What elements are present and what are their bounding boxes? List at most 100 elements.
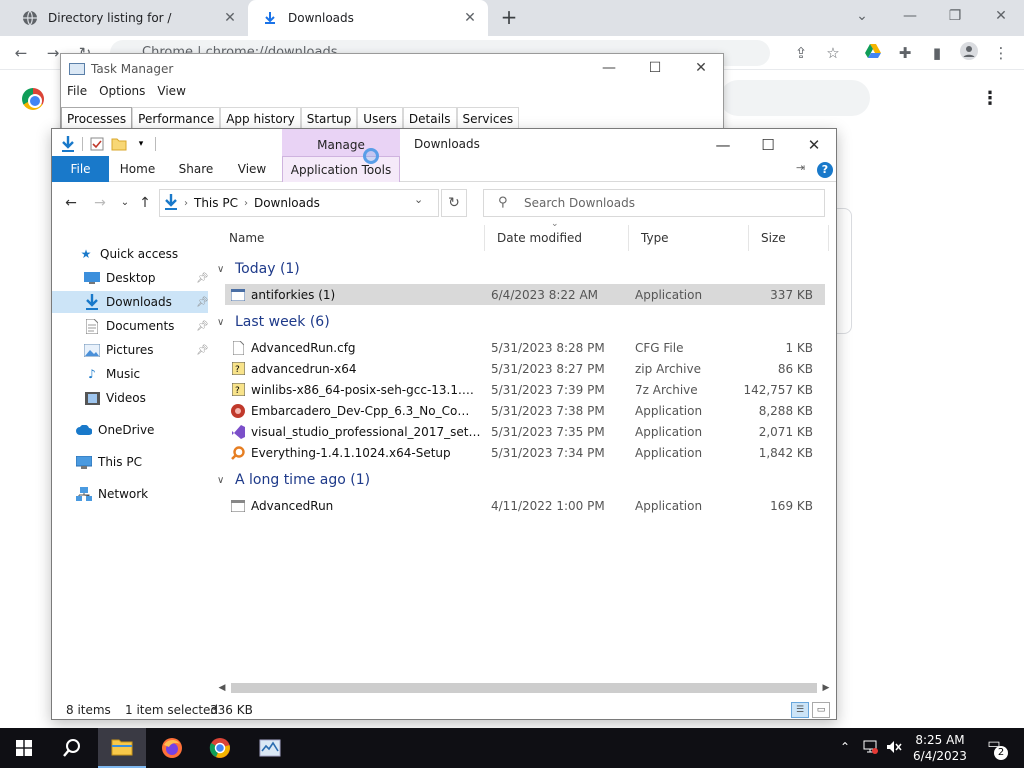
show-hidden-icons-icon[interactable]: ⌃: [840, 740, 850, 754]
menu-view[interactable]: View: [157, 84, 185, 98]
details-view-icon[interactable]: ☰: [791, 702, 809, 718]
breadcrumb-this-pc[interactable]: This PC: [194, 196, 238, 210]
group-header-long-time-ago[interactable]: ∨ A long time ago (1): [217, 469, 370, 491]
search-input[interactable]: ⚲ Search Downloads: [483, 189, 825, 217]
chevron-down-icon[interactable]: ⌄: [414, 193, 423, 206]
nav-item-desktop[interactable]: Desktop 📌︎: [84, 267, 209, 289]
chrome-menu-icon[interactable]: ⋮: [990, 42, 1012, 64]
nav-item-quick-access[interactable]: ★ Quick access: [78, 243, 179, 265]
tab-app-history[interactable]: App history: [220, 107, 301, 129]
close-tab-icon[interactable]: ✕: [222, 10, 238, 26]
more-options-icon[interactable]: ⋮: [980, 88, 1000, 110]
back-icon[interactable]: ←: [61, 193, 81, 213]
pin-icon[interactable]: 📌︎: [196, 345, 209, 356]
large-icons-view-icon[interactable]: ▭: [812, 702, 830, 718]
taskbar-search-button[interactable]: [48, 728, 96, 768]
ribbon-tab-share[interactable]: Share: [166, 156, 226, 182]
pin-icon[interactable]: 📌︎: [196, 297, 209, 308]
scroll-left-icon[interactable]: ◀: [215, 681, 229, 695]
manage-contextual-tab[interactable]: Manage: [282, 129, 400, 156]
up-icon[interactable]: ↑: [135, 193, 155, 213]
nav-item-documents[interactable]: Documents 📌︎: [84, 315, 209, 337]
maximize-icon[interactable]: ☐: [645, 59, 665, 77]
network-status-icon[interactable]: [862, 740, 878, 757]
back-icon[interactable]: ←: [10, 42, 32, 64]
taskbar-chrome[interactable]: [196, 728, 244, 768]
file-row[interactable]: ? advancedrun-x64 5/31/2023 8:27 PM zip …: [225, 358, 825, 379]
recent-locations-icon[interactable]: ⌄: [115, 193, 135, 213]
tab-services[interactable]: Services: [456, 107, 520, 129]
customize-dropdown-icon[interactable]: ▾: [133, 136, 149, 152]
menu-options[interactable]: Options: [99, 84, 145, 98]
nav-item-videos[interactable]: Videos: [84, 387, 146, 409]
nav-item-pictures[interactable]: Pictures 📌︎: [84, 339, 209, 361]
taskbar-firefox[interactable]: [148, 728, 196, 768]
tab-details[interactable]: Details: [402, 107, 457, 129]
side-panel-icon[interactable]: ▮: [926, 42, 948, 64]
group-header-last-week[interactable]: ∨ Last week (6): [217, 311, 330, 333]
breadcrumb[interactable]: › This PC › Downloads: [159, 189, 439, 217]
minimize-icon[interactable]: —: [898, 6, 922, 26]
forward-icon[interactable]: →: [90, 193, 110, 213]
file-row[interactable]: Embarcadero_Dev-Cpp_6.3_No_Compiler... 5…: [225, 400, 825, 421]
extensions-icon[interactable]: ✚: [894, 42, 916, 64]
share-icon[interactable]: ⇪: [790, 42, 812, 64]
chrome-tab-directory[interactable]: Directory listing for / ✕: [8, 0, 248, 36]
ribbon-tab-home[interactable]: Home: [109, 156, 166, 182]
properties-icon[interactable]: [89, 136, 105, 152]
taskbar-task-manager[interactable]: [246, 728, 294, 768]
tab-performance[interactable]: Performance: [132, 107, 221, 129]
close-window-icon[interactable]: ✕: [691, 59, 711, 77]
scroll-right-icon[interactable]: ▶: [819, 681, 833, 695]
chrome-tab-downloads[interactable]: Downloads ✕: [248, 0, 488, 36]
ribbon-tab-application-tools[interactable]: Application Tools: [282, 156, 400, 182]
group-header-today[interactable]: ∨ Today (1): [217, 258, 300, 280]
nav-item-music[interactable]: ♪ Music: [84, 363, 140, 385]
tab-users[interactable]: Users: [357, 107, 403, 129]
tab-search-icon[interactable]: ⌄: [850, 6, 874, 26]
pin-icon[interactable]: 📌︎: [196, 321, 209, 332]
horizontal-scrollbar[interactable]: ◀ ▶: [215, 681, 833, 695]
minimize-icon[interactable]: —: [712, 135, 734, 155]
file-row[interactable]: AdvancedRun.cfg 5/31/2023 8:28 PM CFG Fi…: [225, 337, 825, 358]
system-clock[interactable]: 8:25 AM 6/4/2023: [898, 732, 982, 764]
ribbon-tab-view[interactable]: View: [226, 156, 278, 182]
taskbar-file-explorer[interactable]: [98, 728, 146, 768]
help-icon[interactable]: ?: [817, 162, 833, 178]
column-header-name[interactable]: Name: [217, 225, 485, 251]
file-row[interactable]: Everything-1.4.1.1024.x64-Setup 5/31/202…: [225, 442, 825, 463]
restore-icon[interactable]: ❐: [943, 6, 967, 26]
pin-icon[interactable]: 📌︎: [196, 273, 209, 284]
tab-startup[interactable]: Startup: [300, 107, 358, 129]
nav-item-onedrive[interactable]: OneDrive: [76, 419, 154, 441]
file-row[interactable]: antiforkies (1) 6/4/2023 8:22 AM Applica…: [225, 284, 825, 305]
maximize-icon[interactable]: ☐: [757, 135, 779, 155]
nav-item-downloads[interactable]: Downloads 📌︎: [52, 291, 209, 313]
close-tab-icon[interactable]: ✕: [462, 10, 478, 26]
google-drive-icon[interactable]: [862, 42, 884, 64]
file-row[interactable]: ? winlibs-x86_64-posix-seh-gcc-13.1.0-ll…: [225, 379, 825, 400]
profile-icon[interactable]: [958, 42, 980, 64]
pin-ribbon-icon[interactable]: ⇥: [796, 161, 805, 174]
notification-center-button[interactable]: ▭ 2: [982, 736, 1008, 760]
scrollbar-thumb[interactable]: [231, 683, 817, 693]
menu-file[interactable]: File: [67, 84, 87, 98]
nav-item-network[interactable]: Network: [76, 483, 148, 505]
nav-item-this-pc[interactable]: This PC: [76, 451, 142, 473]
file-row[interactable]: visual_studio_professional_2017_setup 5/…: [225, 421, 825, 442]
ribbon-tab-file[interactable]: File: [52, 156, 109, 182]
breadcrumb-downloads[interactable]: Downloads: [254, 196, 320, 210]
column-header-size[interactable]: Size: [749, 225, 829, 251]
downloads-search-field[interactable]: [720, 80, 870, 116]
start-button[interactable]: [0, 728, 48, 768]
close-window-icon[interactable]: ✕: [989, 6, 1013, 26]
minimize-icon[interactable]: —: [599, 59, 619, 77]
refresh-icon[interactable]: ↻: [441, 189, 467, 217]
close-window-icon[interactable]: ✕: [803, 135, 825, 155]
new-tab-button[interactable]: +: [498, 7, 520, 29]
file-row[interactable]: AdvancedRun 4/11/2022 1:00 PM Applicatio…: [225, 495, 825, 516]
column-header-type[interactable]: Type: [629, 225, 749, 251]
bookmark-star-icon[interactable]: ☆: [822, 42, 844, 64]
new-folder-icon[interactable]: [111, 136, 127, 152]
tab-processes[interactable]: Processes: [61, 107, 133, 129]
